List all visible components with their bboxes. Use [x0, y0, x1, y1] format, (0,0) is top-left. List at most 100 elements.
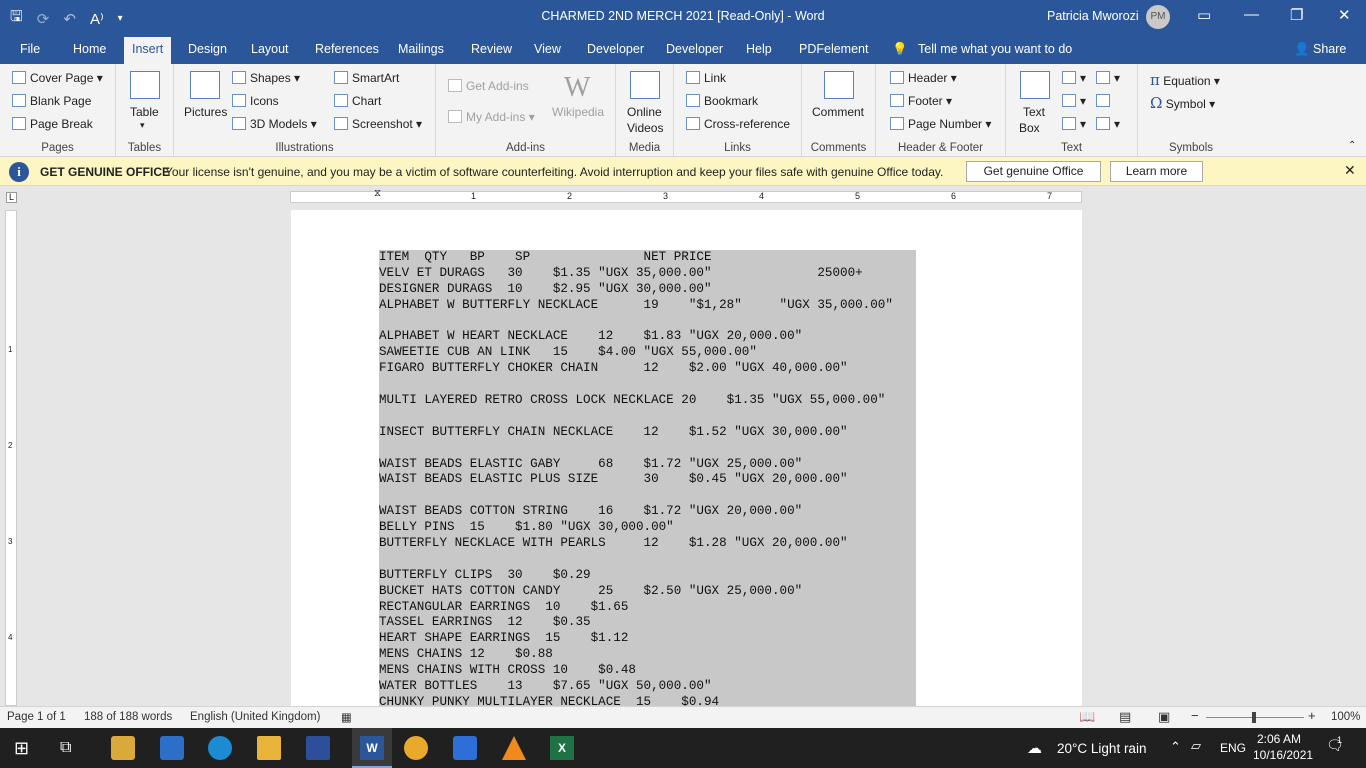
blank-page-button[interactable]: Blank Page: [12, 94, 91, 108]
document-line[interactable]: WATER BOTTLES 13 $7.65 "UGX 50,000.00": [379, 679, 916, 695]
document-line[interactable]: HEART SHAPE EARRINGS 15 $1.12: [379, 631, 916, 648]
tab-developer-2[interactable]: Developer: [666, 42, 723, 56]
page-count[interactable]: Page 1 of 1: [7, 711, 66, 723]
symbol-button[interactable]: Ω Symbol ▾: [1150, 94, 1215, 112]
chart-button[interactable]: Chart: [334, 94, 381, 108]
document-line[interactable]: FIGARO BUTTERFLY CHOKER CHAIN 12 $2.00 "…: [379, 361, 916, 378]
document-line[interactable]: VELV ET DURAGS 30 $1.35 "UGX 35,000.00" …: [379, 265, 916, 282]
indent-marker-icon[interactable]: ⧖: [374, 188, 381, 199]
document-line[interactable]: MULTI LAYERED RETRO CROSS LOCK NECKLACE …: [379, 393, 916, 409]
weather-text[interactable]: 20°C Light rain: [1057, 741, 1146, 756]
excel-icon[interactable]: X: [550, 736, 574, 760]
document-line[interactable]: [379, 440, 916, 457]
online-videos-button[interactable]: Online: [627, 105, 662, 119]
tab-insert[interactable]: Insert: [124, 37, 172, 64]
tell-me-search[interactable]: Tell me what you want to do: [918, 42, 1072, 56]
zoom-in-icon[interactable]: +: [1308, 708, 1316, 723]
tab-layout[interactable]: Layout: [251, 42, 289, 56]
document-line[interactable]: [379, 551, 916, 568]
windows-start-icon[interactable]: ⊞: [14, 736, 38, 760]
print-layout-icon[interactable]: ▤: [1119, 709, 1131, 725]
vertical-ruler[interactable]: 1 2 3 4: [5, 210, 17, 706]
weather-icon[interactable]: ☁: [1027, 739, 1042, 757]
shapes-button[interactable]: Shapes ▾: [232, 71, 300, 85]
wordart-icon[interactable]: ▾: [1062, 94, 1086, 108]
learn-more-button[interactable]: Learn more: [1110, 161, 1203, 182]
store-icon[interactable]: [111, 736, 135, 760]
collapse-ribbon-icon[interactable]: ⌃: [1348, 140, 1356, 151]
document-line[interactable]: [379, 488, 916, 505]
document-line[interactable]: ALPHABET W HEART NECKLACE 12 $1.83 "UGX …: [379, 329, 916, 346]
date-time-icon[interactable]: [1096, 94, 1114, 108]
tab-help[interactable]: Help: [746, 42, 772, 56]
clock-time[interactable]: 2:06 AM: [1257, 732, 1301, 746]
tab-view[interactable]: View: [534, 42, 561, 56]
person-icon[interactable]: 👤: [1294, 42, 1310, 57]
tab-pdfelement[interactable]: PDFelement: [799, 42, 868, 56]
document-line[interactable]: [379, 377, 916, 394]
tab-home[interactable]: Home: [73, 42, 106, 56]
screenshot-button[interactable]: Screenshot ▾: [334, 117, 422, 131]
edge-icon[interactable]: [208, 736, 232, 760]
document-line[interactable]: BUTTERFLY NECKLACE WITH PEARLS 12 $1.28 …: [379, 536, 916, 552]
bookmark-button[interactable]: Bookmark: [686, 94, 758, 108]
maximize-icon[interactable]: ❐: [1290, 6, 1303, 24]
smartart-button[interactable]: SmartArt: [334, 71, 399, 85]
footer-button[interactable]: Footer ▾: [890, 94, 952, 108]
document-line[interactable]: DESIGNER DURAGS 10 $2.95 "UGX 30,000.00": [379, 281, 916, 298]
zoom-level[interactable]: 100%: [1331, 711, 1360, 723]
page-break-button[interactable]: Page Break: [12, 117, 93, 131]
document-line[interactable]: TASSEL EARRINGS 12 $0.35: [379, 615, 916, 632]
document-page[interactable]: ITEM QTY BP SP NET PRICE VELV ET DURAGS …: [291, 210, 1082, 706]
drop-cap-icon[interactable]: ▾: [1062, 117, 1086, 131]
document-line[interactable]: [379, 408, 916, 425]
document-line[interactable]: CHUNKY PUNKY MULTILAYER NECKLACE 15 $0.9…: [379, 694, 916, 706]
share-button[interactable]: Share: [1313, 42, 1346, 56]
cover-page-button[interactable]: Cover Page ▾: [12, 71, 103, 85]
clock-date[interactable]: 10/16/2021: [1253, 748, 1313, 762]
network-icon[interactable]: ▱: [1191, 738, 1201, 754]
tab-design[interactable]: Design: [188, 42, 227, 56]
document-line[interactable]: BUTTERFLY CLIPS 30 $0.29: [379, 567, 916, 584]
icons-button[interactable]: Icons: [232, 94, 279, 108]
file-explorer-icon[interactable]: [257, 736, 281, 760]
get-addins-button[interactable]: Get Add-ins: [448, 79, 529, 93]
document-line[interactable]: RECTANGULAR EARRINGS 10 $1.65: [379, 599, 916, 616]
document-line[interactable]: BELLY PINS 15 $1.80 "UGX 30,000.00": [379, 520, 916, 537]
zoom-out-icon[interactable]: −: [1191, 708, 1199, 723]
ribbon-display-icon[interactable]: ▭: [1197, 6, 1211, 24]
tab-mailings[interactable]: Mailings: [398, 42, 444, 56]
cross-reference-button[interactable]: Cross-reference: [686, 117, 790, 131]
page-number-button[interactable]: Page Number ▾: [890, 117, 991, 131]
document-line[interactable]: WAIST BEADS COTTON STRING 16 $1.72 "UGX …: [379, 504, 916, 521]
signature-line-icon[interactable]: ▾: [1096, 71, 1120, 85]
user-name[interactable]: Patricia Mworozi: [1047, 9, 1139, 23]
document-line[interactable]: MENS CHAINS WITH CROSS 10 $0.48: [379, 663, 916, 680]
language-indicator[interactable]: English (United Kingdom): [190, 711, 320, 723]
close-notice-icon[interactable]: ✕: [1344, 162, 1356, 179]
tab-review[interactable]: Review: [471, 42, 512, 56]
pictures-button[interactable]: Pictures: [184, 105, 227, 119]
document-line[interactable]: INSECT BUTTERFLY CHAIN NECKLACE 12 $1.52…: [379, 424, 916, 441]
wikipedia-button[interactable]: Wikipedia: [552, 105, 604, 119]
media-player-icon[interactable]: [453, 736, 477, 760]
document-body[interactable]: ITEM QTY BP SP NET PRICE VELV ET DURAGS …: [379, 250, 916, 706]
horizontal-ruler[interactable]: 1 2 3 4 5 6 7 ⧖: [290, 188, 1082, 203]
document-line[interactable]: WAIST BEADS ELASTIC PLUS SIZE 30 $0.45 "…: [379, 472, 916, 489]
read-mode-icon[interactable]: 📖: [1079, 709, 1095, 725]
document-line[interactable]: WAIST BEADS ELASTIC GABY 68 $1.72 "UGX 2…: [379, 456, 916, 473]
comment-button[interactable]: Comment: [812, 105, 864, 119]
document-line[interactable]: SAWEETIE CUB AN LINK 15 $4.00 "UGX 55,00…: [379, 345, 916, 362]
quick-parts-icon[interactable]: ▾: [1062, 71, 1086, 85]
link-button[interactable]: Link: [686, 71, 726, 85]
document-line[interactable]: ALPHABET W BUTTERFLY NECKLACE 19 "$1,28"…: [379, 297, 916, 314]
get-genuine-office-button[interactable]: Get genuine Office: [966, 161, 1101, 182]
tab-file[interactable]: File: [20, 42, 40, 56]
tab-developer[interactable]: Developer: [587, 42, 644, 56]
input-language[interactable]: ENG: [1220, 741, 1246, 755]
my-addins-button[interactable]: My Add-ins ▾: [448, 110, 535, 124]
document-line[interactable]: BUCKET HATS COTTON CANDY 25 $2.50 "UGX 2…: [379, 583, 916, 600]
minimize-icon[interactable]: —: [1244, 6, 1259, 23]
close-icon[interactable]: ✕: [1338, 6, 1351, 24]
tab-selector-icon[interactable]: L: [6, 192, 17, 203]
